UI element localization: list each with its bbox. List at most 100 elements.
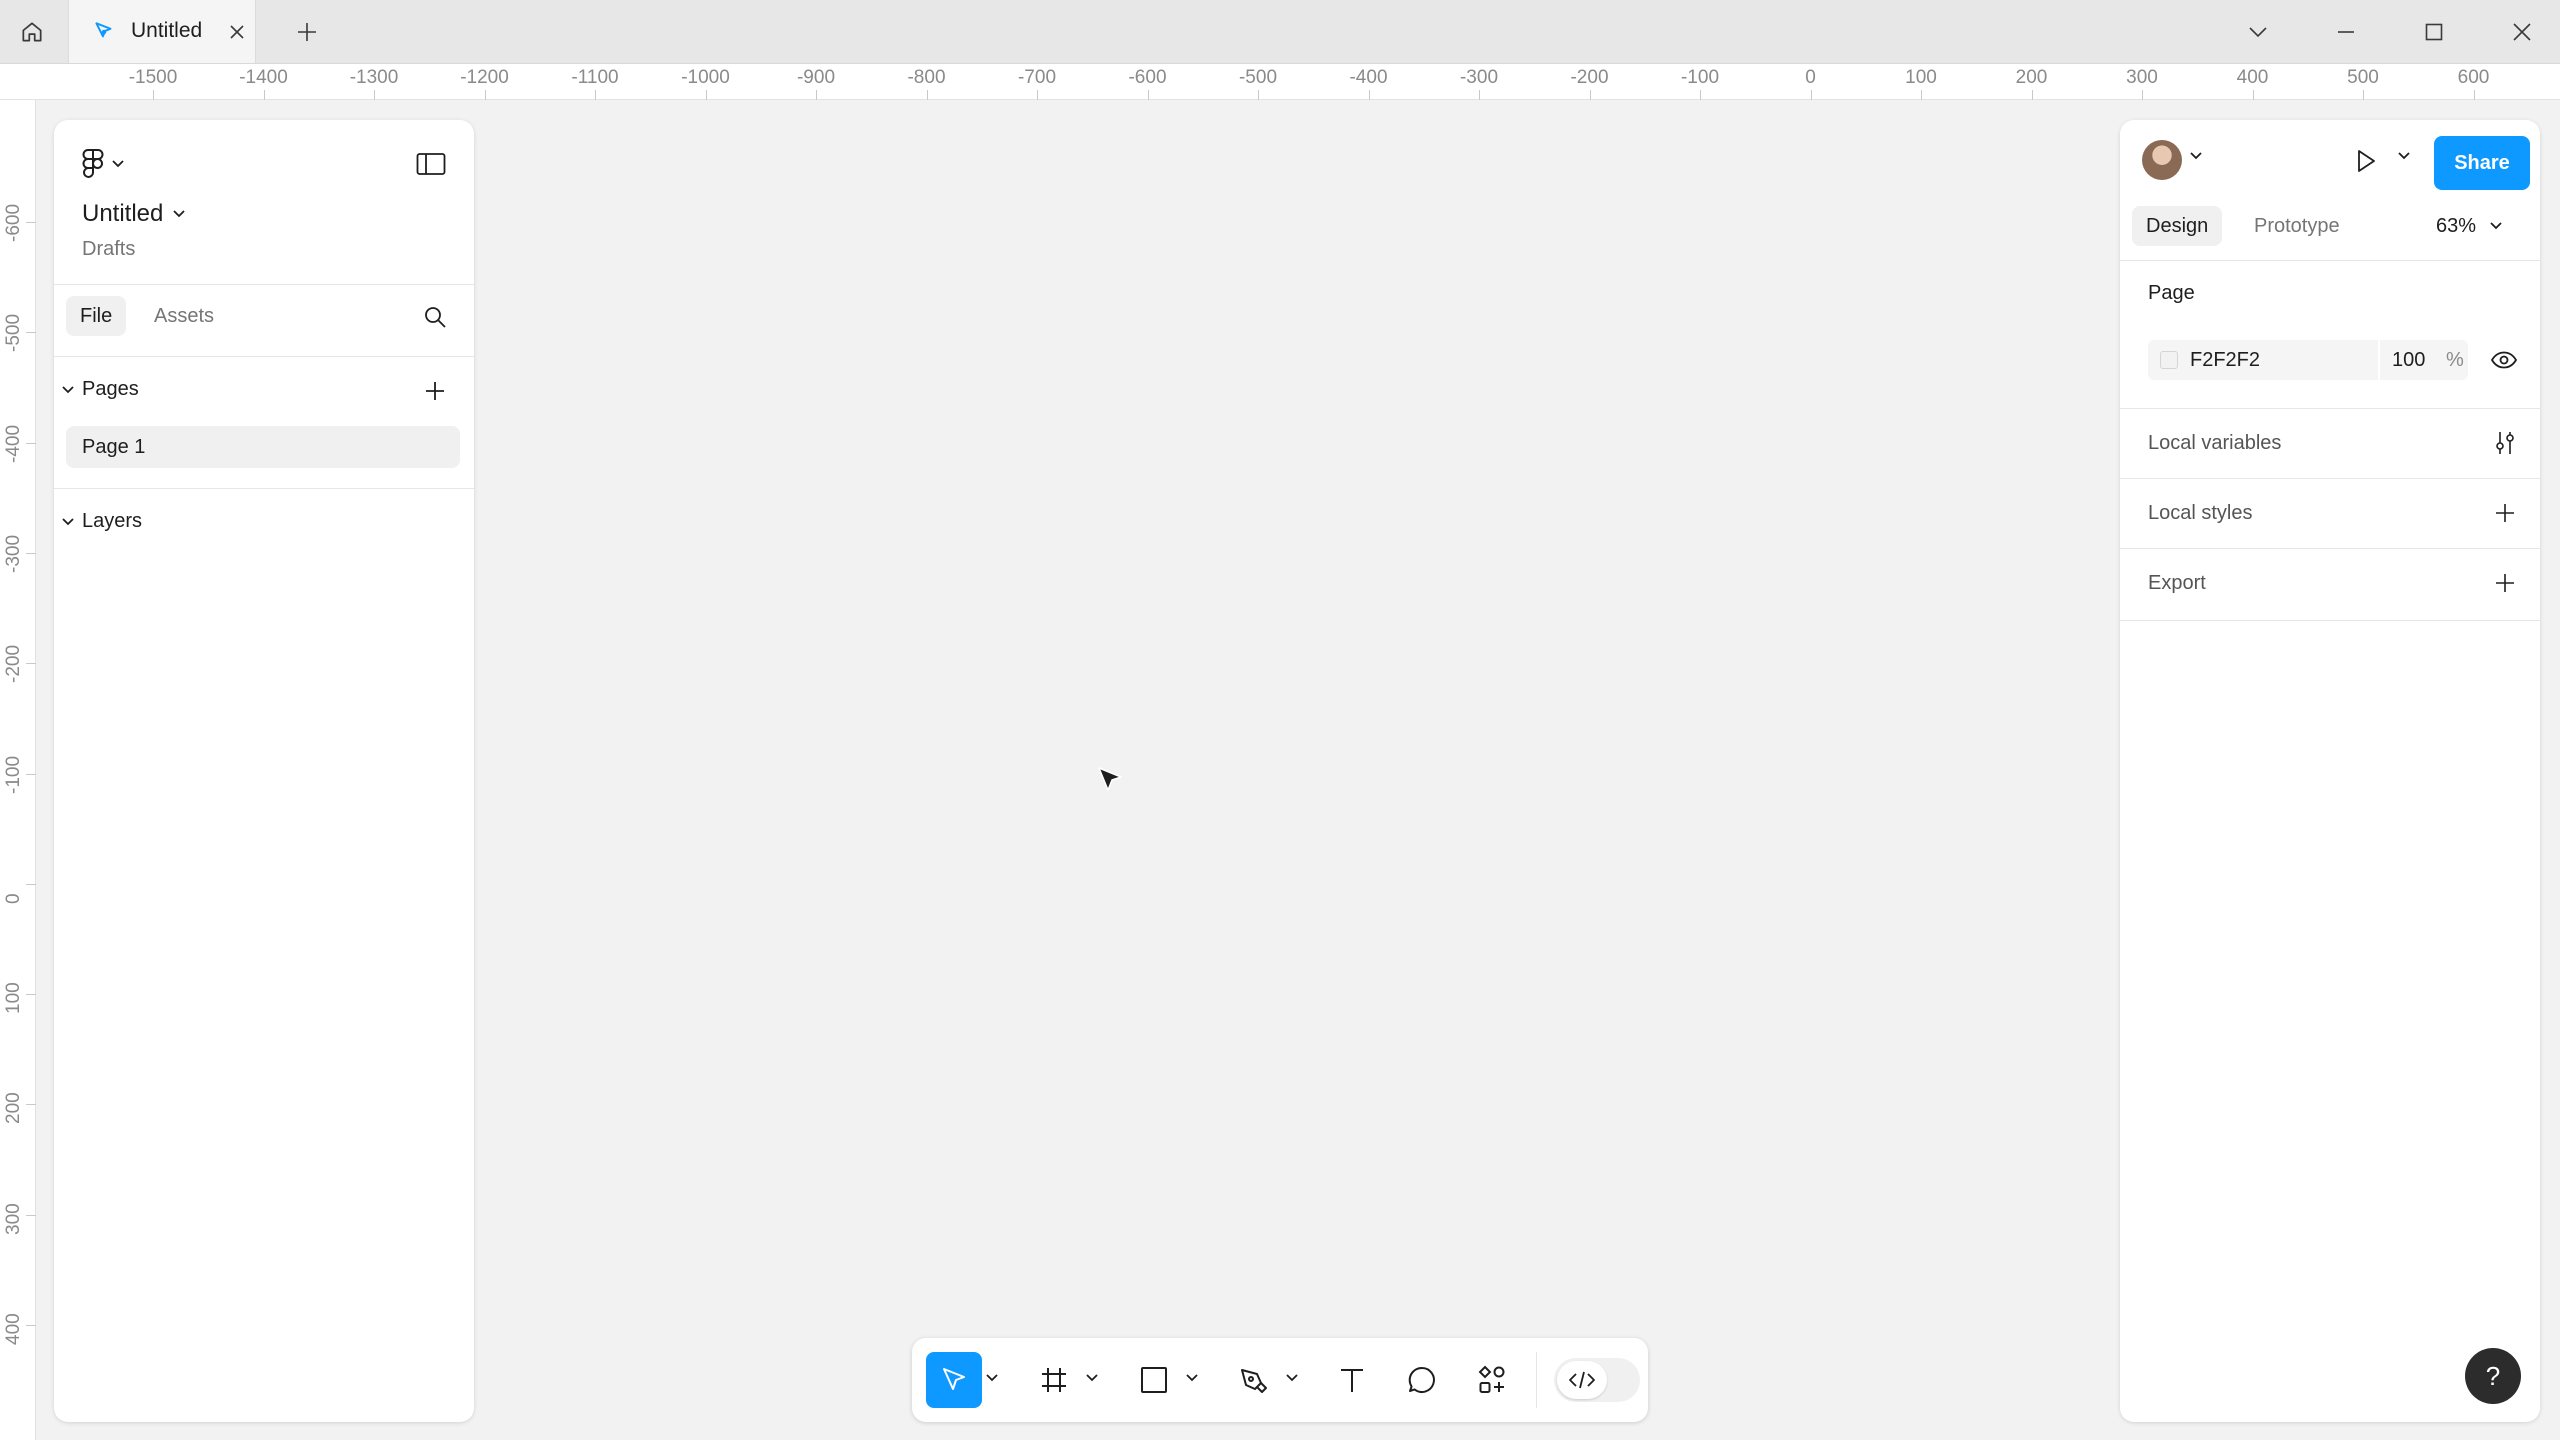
eye-icon	[2490, 351, 2518, 369]
page-section-label: Page	[2148, 282, 2195, 304]
pen-tool[interactable]	[1226, 1352, 1282, 1408]
file-name-menu[interactable]: Untitled	[82, 200, 186, 228]
ruler-x-tick	[1589, 90, 1591, 100]
zoom-menu[interactable]: 63%	[2436, 206, 2502, 246]
avatar[interactable]	[2142, 140, 2182, 180]
chevron-down-icon	[2490, 222, 2502, 230]
plus-icon	[426, 382, 444, 400]
search-layers-button[interactable]	[418, 300, 452, 334]
ruler-x-tick	[484, 90, 486, 100]
close-tab-button[interactable]	[222, 17, 252, 47]
export-label: Export	[2148, 572, 2206, 594]
tab-design[interactable]: Design	[2132, 206, 2223, 246]
ruler-x-tick	[1921, 90, 1922, 100]
tab-file[interactable]: File	[66, 296, 127, 336]
ruler-x-label: -300	[1459, 67, 1499, 88]
plus-icon	[2496, 504, 2514, 522]
divider	[2378, 340, 2380, 380]
chevron-down-icon[interactable]	[1286, 1374, 1298, 1382]
rectangle-tool[interactable]	[1126, 1352, 1182, 1408]
actions-tool[interactable]	[1464, 1352, 1520, 1408]
chevron-down-icon	[112, 160, 124, 168]
ruler-y-tick	[26, 773, 36, 775]
ruler-x-label: -1000	[681, 67, 730, 88]
ruler-y-label: -600	[3, 203, 24, 242]
tab-assets[interactable]: Assets	[140, 296, 228, 336]
ruler-x-tick	[2363, 90, 2364, 100]
design-file-icon	[91, 19, 117, 45]
minimize-button[interactable]	[2328, 14, 2364, 50]
home-button[interactable]	[0, 0, 64, 63]
ruler-x-label: -200	[1570, 67, 1609, 88]
chevron-down-icon[interactable]	[2190, 152, 2202, 160]
file-name: Untitled	[82, 200, 164, 227]
ruler-x-tick	[153, 90, 154, 100]
frame-icon	[1042, 1368, 1066, 1392]
ruler-y-tick	[26, 994, 36, 996]
ruler-y-label: 200	[3, 1092, 24, 1125]
code-icon	[1569, 1371, 1595, 1389]
ruler-x-label: -700	[1017, 67, 1057, 88]
text-icon	[1341, 1369, 1363, 1392]
bottom-toolbar	[912, 1338, 1648, 1422]
ruler-y-label: 100	[3, 982, 24, 1015]
local-styles-label: Local styles	[2148, 502, 2253, 524]
close-icon	[2513, 23, 2531, 41]
figma-logo-icon	[82, 149, 104, 178]
ruler-x-label: -100	[1680, 67, 1720, 88]
layers-panel: Untitled Drafts File Assets Pages Page 1…	[54, 120, 474, 1422]
toggle-visibility-button[interactable]	[2486, 342, 2522, 378]
frame-tool[interactable]	[1026, 1352, 1082, 1408]
ruler-x-label: 0	[1805, 67, 1816, 88]
divider	[1536, 1352, 1537, 1408]
ruler-y-tick	[26, 552, 36, 554]
close-window-button[interactable]	[2504, 14, 2540, 50]
file-location-link[interactable]: Drafts	[82, 238, 135, 261]
maximize-button[interactable]	[2416, 14, 2452, 50]
minimize-icon	[2338, 31, 2354, 33]
ruler-x-tick	[263, 90, 265, 100]
ruler-y-tick	[26, 1104, 36, 1106]
ruler-y-tick	[26, 663, 36, 665]
ruler-x-tick	[2473, 90, 2475, 100]
color-swatch[interactable]	[2160, 351, 2178, 369]
add-style-button[interactable]	[2488, 496, 2522, 530]
main-menu-button[interactable]	[82, 144, 136, 184]
add-export-button[interactable]	[2488, 566, 2522, 600]
page-background-fill: F2F2F2 100 %	[2148, 340, 2468, 380]
opacity-input[interactable]: 100	[2392, 349, 2425, 372]
page-item[interactable]: Page 1	[66, 426, 460, 468]
ruler-x-tick	[1368, 90, 1370, 100]
text-tool[interactable]	[1324, 1352, 1380, 1408]
ruler-y-label: 300	[3, 1202, 24, 1235]
plus-icon	[2496, 574, 2514, 592]
share-button[interactable]: Share	[2434, 136, 2530, 190]
ruler-y-tick	[26, 1214, 36, 1216]
ruler-x-tick	[2142, 90, 2143, 100]
ruler-x-tick	[2252, 90, 2254, 100]
ruler-x-label: -600	[1128, 67, 1167, 88]
open-variables-button[interactable]	[2488, 426, 2522, 460]
help-button[interactable]: ?	[2465, 1348, 2521, 1404]
tab-list-button[interactable]	[2240, 14, 2276, 50]
move-tool[interactable]	[926, 1352, 982, 1408]
new-tab-button[interactable]	[290, 15, 324, 49]
ruler-x-label: -800	[907, 67, 946, 88]
chevron-down-icon[interactable]	[1186, 1374, 1198, 1382]
divider	[2120, 260, 2540, 261]
comment-tool[interactable]	[1394, 1352, 1450, 1408]
chevron-down-icon[interactable]	[1086, 1374, 1098, 1382]
ruler-x-tick	[2031, 90, 2033, 100]
present-button[interactable]	[2346, 142, 2386, 180]
add-page-button[interactable]	[418, 374, 452, 408]
chevron-down-icon[interactable]	[2398, 152, 2410, 160]
layers-section-toggle[interactable]: Layers	[62, 510, 142, 533]
toggle-sidebar-button[interactable]	[412, 146, 450, 182]
hex-input[interactable]: F2F2F2	[2190, 349, 2260, 372]
pages-label: Pages	[82, 378, 139, 400]
dev-mode-toggle[interactable]	[1554, 1358, 1640, 1402]
mouse-cursor-icon	[1098, 767, 1122, 791]
tab-prototype[interactable]: Prototype	[2240, 206, 2354, 246]
chevron-down-icon[interactable]	[986, 1374, 998, 1382]
pages-section-toggle[interactable]: Pages	[62, 378, 139, 401]
